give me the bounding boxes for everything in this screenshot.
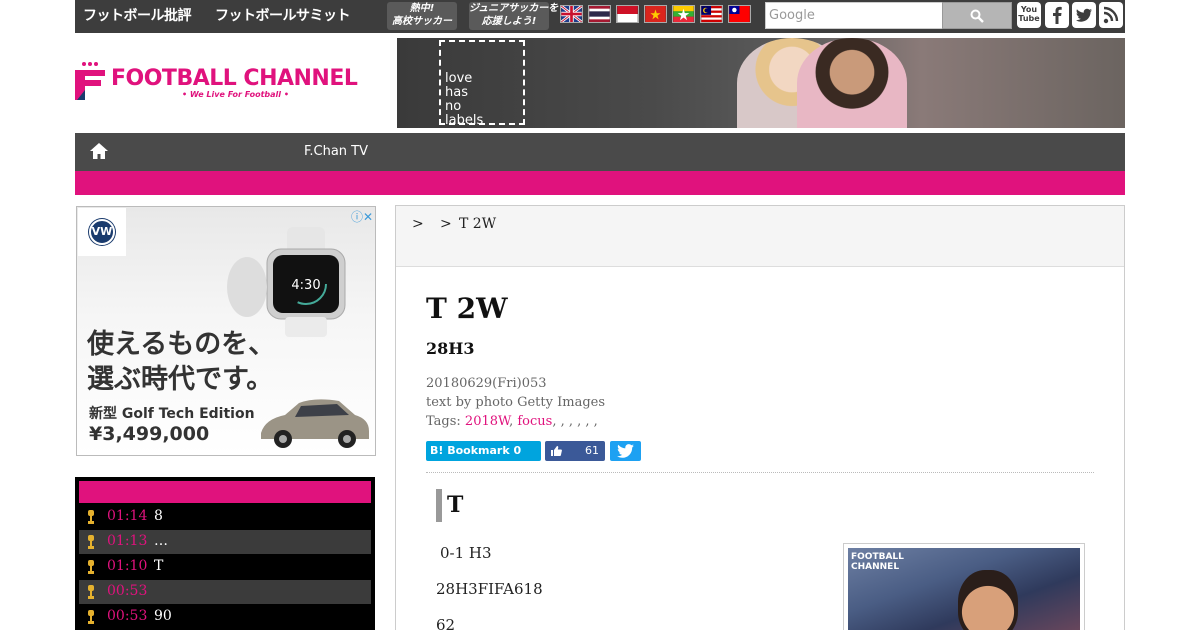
search-icon [970,9,984,23]
tags-rest: , , , , , , [552,414,598,429]
section-heading: T [447,492,464,518]
ad-price: ¥3,499,000 [89,423,210,445]
main-nav: F.Chan TV [75,133,1125,171]
breadcrumb-separator: > [412,216,424,232]
article-paragraph: 62 [436,616,456,630]
breadcrumb-current: T 2W [459,216,497,232]
trophy-icon [88,585,94,599]
logo-mark-icon [75,62,105,100]
logo-name: FOOTBALL CHANNEL [111,66,358,91]
search-button[interactable] [942,2,1012,29]
sidebar-ad[interactable]: VW ⓘ✕ 4:30 使えるものを、 選ぶ時代です。 新型 Golf Tech … [76,206,376,456]
trophy-icon [88,535,94,549]
twitter-icon[interactable] [1072,2,1096,28]
facebook-icon[interactable] [1045,2,1069,28]
rss-icon[interactable] [1099,2,1123,28]
article-date: 20180629(Fri)053 [426,376,547,391]
ranking-title[interactable]: 90 [154,608,172,624]
vw-logo: VW [78,208,126,256]
indonesia-flag[interactable] [616,5,639,23]
tweet-button[interactable] [610,441,641,461]
ranking-time: 00:53 [107,583,148,599]
breadcrumb: > > T 2W [396,206,1124,267]
top-bar: フットボール批評 フットボールサミット 熱中! 高校サッカー ジュニアサッカーを… [75,0,1125,33]
facebook-like-button[interactable]: 61 [545,441,605,461]
home-icon[interactable] [89,142,109,160]
thumbs-up-icon [551,446,562,456]
malaysia-flag[interactable] [700,5,723,23]
trophy-icon [88,510,94,524]
ranking-time: 01:10 [107,558,148,574]
thailand-flag[interactable] [588,5,611,23]
banner-ad-text: love has no labels [439,40,525,128]
vietnam-flag[interactable] [644,5,667,23]
football-channel-logo[interactable]: FOOTBALL CHANNEL • We Live For Football … [75,52,358,104]
link-football-summit[interactable]: フットボールサミット [215,5,351,27]
ranking-title[interactable]: … [154,533,168,549]
ranking-row[interactable]: 00:53 [79,580,371,604]
adchoices-icon[interactable]: ⓘ✕ [351,208,373,225]
taiwan-flag[interactable] [728,5,751,23]
banner-ad[interactable]: love has no labels [397,38,1125,128]
article-title: T 2W [426,292,508,325]
hatena-bookmark-button[interactable]: B! Bookmark 0 [426,441,541,461]
nav-item-fchan-tv[interactable]: F.Chan TV [304,144,368,159]
article-subtitle: 28H3 [426,339,475,358]
article-paragraph: 28H3FIFA618 [436,580,543,598]
myanmar-flag[interactable] [672,5,695,23]
ranking-time: 01:14 [107,508,148,524]
ranking-row[interactable]: 01:10 T [79,555,371,579]
banner-child-image [797,38,907,128]
logo-tagline: • We Live For Football • [182,90,289,99]
ranking-time: 01:13 [107,533,148,549]
watch-time: 4:30 [291,278,320,293]
twitter-icon [617,444,634,458]
article-paragraph: 0-1 H3 [440,544,492,562]
ranking-header [79,481,371,503]
sub-nav-bar [75,171,1125,195]
ranking-time: 00:53 [107,608,148,624]
player-photo [958,570,1018,630]
trophy-icon [88,560,94,574]
uk-flag[interactable] [560,5,583,23]
link-junior-soccer[interactable]: ジュニアサッカーを 応援しよう! [469,2,558,30]
breadcrumb-separator: > [440,216,452,232]
google-search-input[interactable]: Google [765,2,943,29]
trophy-icon [88,610,94,624]
divider [426,472,1094,473]
ranking-box: 01:14 8 01:13 … 01:10 T 00:53 00:53 90 [75,477,375,630]
photo-logo: FOOTBALL CHANNEL [851,552,904,572]
tags-label: Tags: [426,414,465,429]
car-image [261,399,369,448]
tag-link[interactable]: 2018W [465,414,509,429]
article-photo[interactable]: FOOTBALL CHANNEL [843,543,1085,630]
link-football-hihyo[interactable]: フットボール批評 [83,5,192,27]
ranking-row[interactable]: 01:13 … [79,530,371,554]
vw-logo-icon: VW [89,219,115,245]
heading-bar [436,489,442,522]
smartwatch-image: 4:30 [227,227,346,337]
like-count: 61 [585,444,599,457]
tag-link[interactable]: focus [517,414,552,429]
article-byline: text by photo Getty Images [426,395,606,410]
article-tags: Tags: 2018W, focus, , , , , , [426,414,598,429]
article: > > T 2W T 2W 28H3 20180629(Fri)053 text… [395,205,1125,630]
ranking-title[interactable]: T [154,558,163,574]
youtube-icon[interactable]: You Tube [1017,2,1041,28]
ad-headline: 使えるものを、 選ぶ時代です。 [87,329,276,395]
ranking-row[interactable]: 00:53 90 [79,605,371,629]
ranking-title[interactable]: 8 [154,508,163,524]
language-flags [560,5,751,25]
link-koko-soccer[interactable]: 熱中! 高校サッカー [387,2,457,30]
ad-subtitle: 新型 Golf Tech Edition [89,406,255,422]
ranking-row[interactable]: 01:14 8 [79,505,371,529]
